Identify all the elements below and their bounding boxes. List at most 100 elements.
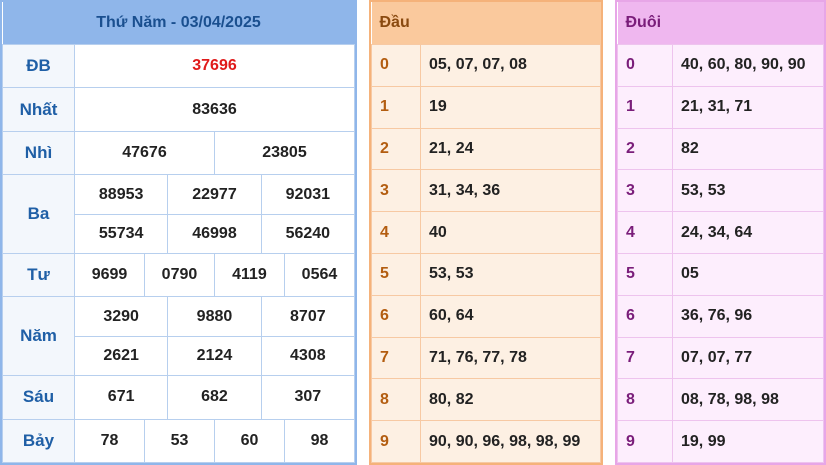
prize-label-nhat: Nhất (2, 87, 75, 132)
dau-row: 7 71, 76, 77, 78 (371, 336, 601, 380)
dau-key: 1 (371, 85, 421, 129)
dau-key: 6 (371, 294, 421, 338)
prize-row-db: ĐB 37696 (2, 43, 355, 89)
dau-table: Đầu 0 05, 07, 07, 08 1 19 2 21, 24 3 31, 34,… (371, 2, 601, 463)
duoi-key: 9 (617, 420, 673, 463)
prize-label-ba: Ba (2, 174, 75, 254)
dau-value: 40 (420, 211, 601, 254)
dau-key: 2 (371, 127, 421, 171)
duoi-row: 0 40, 60, 80, 90, 90 (617, 44, 824, 87)
results-header-row: Thứ Năm - 03/04/2025 (2, 2, 355, 45)
prize-label-sau: Sáu (2, 375, 75, 420)
dau-key: 7 (371, 336, 421, 380)
dau-key: 5 (371, 252, 421, 296)
duoi-row: 4 24, 34, 64 (617, 211, 824, 254)
prize-value-ba: 22977 (167, 174, 262, 215)
dau-row: 8 80, 82 (371, 378, 601, 422)
prize-value-ba: 88953 (73, 174, 169, 215)
duoi-row: 6 36, 76, 96 (617, 294, 824, 338)
dau-row: 3 31, 34, 36 (371, 169, 601, 213)
duoi-value: 82 (672, 127, 824, 171)
prize-row-tu: Tư 9699 0790 4119 0564 (2, 252, 356, 298)
duoi-key: 7 (617, 336, 673, 380)
duoi-key: 6 (617, 294, 673, 338)
dau-row: 6 60, 64 (371, 294, 601, 338)
dau-row: 4 40 (371, 211, 601, 254)
duoi-value: 08, 78, 98, 98 (672, 378, 824, 422)
prize-value-nhat: 83636 (74, 87, 355, 132)
duoi-value: 36, 76, 96 (672, 294, 824, 338)
duoi-value: 19, 99 (672, 420, 824, 463)
duoi-row: 1 21, 31, 71 (617, 85, 824, 129)
prize-row-bay: Bảy 78 53 60 98 (2, 418, 356, 464)
prize-value-nhi: 23805 (213, 130, 356, 176)
duoi-value: 07, 07, 77 (672, 336, 824, 380)
dau-value: 31, 34, 36 (420, 169, 601, 213)
duoi-key: 3 (617, 169, 673, 213)
dau-value: 80, 82 (420, 378, 601, 422)
prize-value-tu: 0790 (143, 252, 215, 298)
duoi-value: 53, 53 (672, 169, 824, 213)
prize-row-sau: Sáu 671 682 307 (2, 375, 356, 420)
prize-value-sau: 682 (167, 375, 262, 420)
duoi-row: 3 53, 53 (617, 169, 824, 213)
prize-value-tu: 9699 (74, 252, 145, 298)
dau-value: 71, 76, 77, 78 (420, 336, 601, 380)
dau-row: 0 05, 07, 07, 08 (371, 44, 601, 87)
prize-label-nhi: Nhì (2, 130, 75, 176)
duoi-value: 24, 34, 64 (672, 211, 824, 254)
prize-value-ba: 46998 (167, 213, 262, 254)
prize-label-nam: Năm (2, 296, 75, 377)
prize-value-bay: 78 (74, 418, 145, 464)
dau-row: 9 90, 90, 96, 98, 98, 99 (371, 420, 601, 463)
duoi-key: 8 (617, 378, 673, 422)
duoi-row: 8 08, 78, 98, 98 (617, 378, 824, 422)
prize-value-db: 37696 (74, 43, 355, 89)
dau-row: 1 19 (371, 85, 601, 129)
prize-label-tu: Tư (2, 252, 75, 298)
prize-row-nhi: Nhì 47676 23805 (2, 130, 356, 176)
prize-value-ba: 55734 (73, 213, 169, 254)
duoi-key: 2 (617, 127, 673, 171)
prize-row-nam: Năm 3290 9880 8707 (2, 296, 356, 377)
duoi-row: 9 19, 99 (617, 420, 824, 463)
prize-value-tu: 4119 (213, 252, 285, 298)
prize-value-sau: 671 (73, 375, 169, 420)
dau-value: 90, 90, 96, 98, 98, 99 (420, 420, 601, 463)
dau-row: 2 21, 24 (371, 127, 601, 171)
dau-key: 4 (371, 211, 421, 254)
prize-value-nam: 2124 (167, 335, 262, 377)
prize-value-sau: 307 (260, 375, 356, 420)
duoi-key: 5 (617, 252, 673, 296)
lottery-results-panel: Thứ Năm - 03/04/2025 ĐB 37696 Nhất 83636… (0, 0, 357, 465)
dau-key: 9 (371, 420, 421, 463)
duoi-value: 40, 60, 80, 90, 90 (672, 44, 824, 87)
prize-value-ba: 92031 (260, 174, 356, 215)
prize-value-nam: 8707 (260, 296, 356, 337)
dau-header: Đầu (371, 2, 421, 45)
prize-value-nam: 3290 (73, 296, 169, 337)
duoi-header-blank (672, 2, 824, 45)
results-table: Thứ Năm - 03/04/2025 ĐB 37696 Nhất 83636… (2, 2, 356, 464)
dau-value: 19 (420, 85, 601, 129)
dau-value: 60, 64 (420, 294, 601, 338)
duoi-value: 05 (672, 252, 824, 296)
dau-row: 5 53, 53 (371, 252, 601, 296)
prize-value-nam: 4308 (260, 335, 356, 377)
duoi-value: 21, 31, 71 (672, 85, 824, 129)
duoi-key: 0 (617, 44, 673, 87)
dau-key: 3 (371, 169, 421, 213)
duoi-key: 4 (617, 211, 673, 254)
prize-value-bay: 53 (143, 418, 215, 464)
dau-key: 8 (371, 378, 421, 422)
duoi-row: 5 05 (617, 252, 824, 296)
duoi-row: 2 82 (617, 127, 824, 171)
dau-value: 53, 53 (420, 252, 601, 296)
results-date-title: Thứ Năm - 03/04/2025 (2, 2, 355, 45)
dau-panel: Đầu 0 05, 07, 07, 08 1 19 2 21, 24 3 31, 34,… (369, 0, 603, 465)
prize-value-tu: 0564 (283, 252, 356, 298)
prize-value-nhi: 47676 (74, 130, 215, 176)
duoi-key: 1 (617, 85, 673, 129)
duoi-row: 7 07, 07, 77 (617, 336, 824, 380)
dau-key: 0 (371, 44, 421, 87)
